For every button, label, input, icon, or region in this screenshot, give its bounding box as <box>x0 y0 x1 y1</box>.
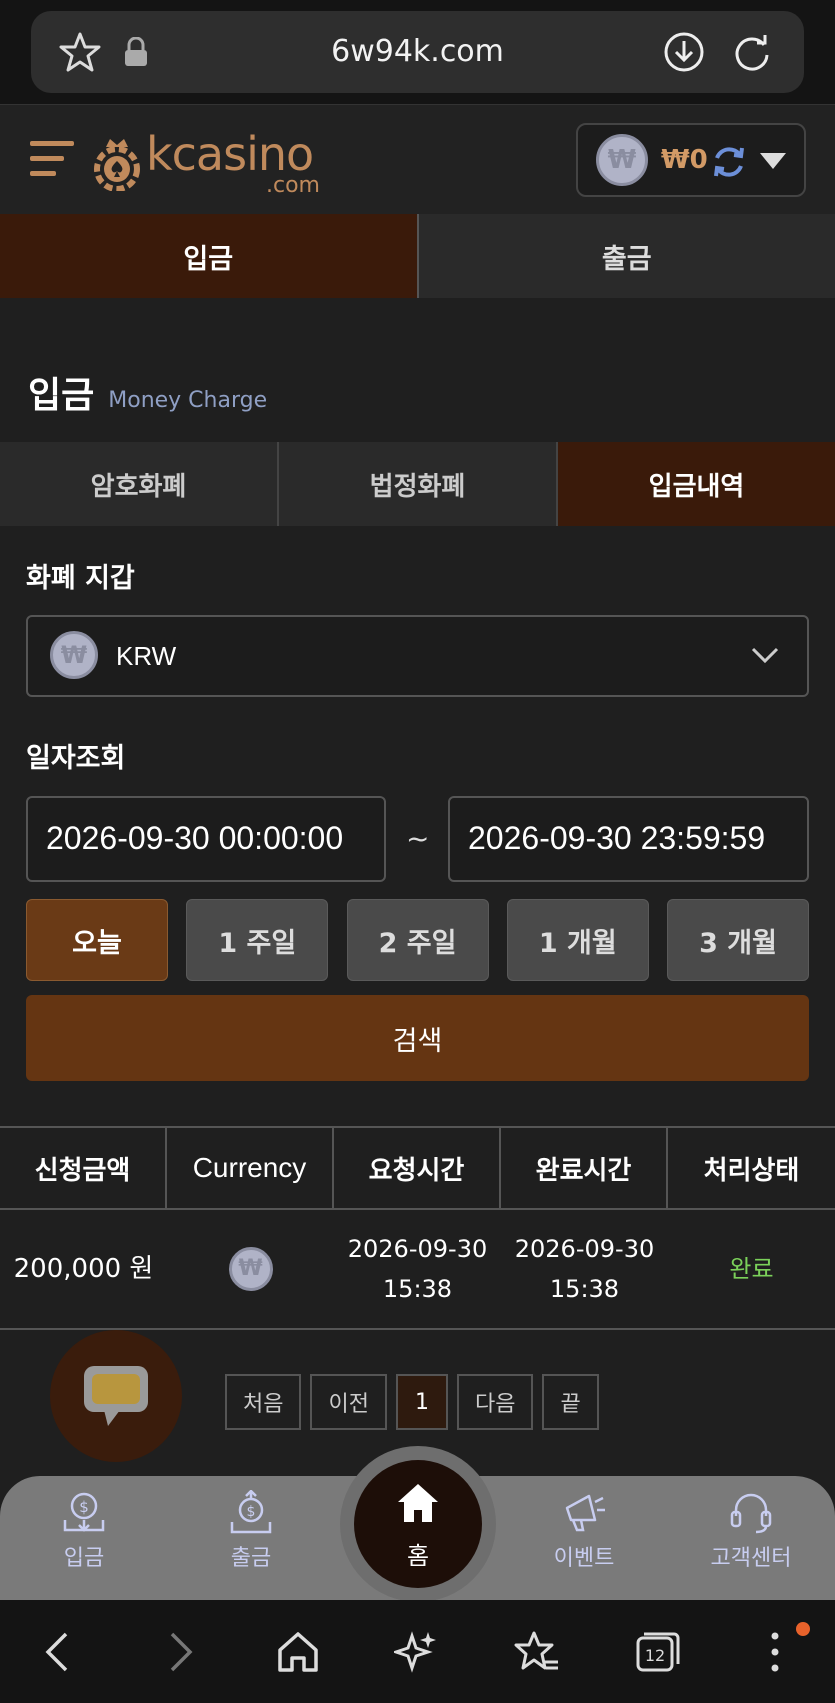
won-coin-icon: ₩ <box>50 631 98 679</box>
logo-sub: .com <box>266 173 320 198</box>
page-prev-button[interactable]: 이전 <box>310 1374 387 1430</box>
page-current-button[interactable]: 1 <box>395 1374 448 1430</box>
nav-event-label: 이벤트 <box>553 1546 615 1571</box>
table-header: 신청금액 Currency 요청시간 완료시간 처리상태 <box>0 1126 835 1210</box>
deposit-icon: $ <box>63 1492 105 1532</box>
tab-withdraw[interactable]: 출금 <box>419 214 835 298</box>
nav-deposit[interactable]: $ 입금 <box>24 1490 144 1572</box>
sub-tabs: 암호화폐 법정화폐 입금내역 <box>0 442 835 526</box>
nav-home-label: 홈 <box>406 1542 430 1570</box>
cell-currency: ₩ <box>167 1210 334 1328</box>
browser-top-bar: 6w94k.com <box>0 0 835 104</box>
refresh-balance-icon[interactable] <box>710 143 748 181</box>
date-separator: ~ <box>406 822 430 855</box>
nav-deposit-label: 입금 <box>63 1546 105 1571</box>
nav-support-label: 고객센터 <box>710 1546 792 1571</box>
wallet-amount: ₩0 <box>661 145 708 175</box>
site-logo[interactable]: kcasino .com <box>92 127 332 198</box>
notification-dot <box>796 1622 810 1636</box>
forward-icon[interactable] <box>162 1630 198 1674</box>
date-from-value: 2026-09-30 00:00:00 <box>46 820 344 856</box>
headset-icon <box>730 1493 772 1534</box>
wallet-select-value: KRW <box>116 641 177 671</box>
main-tabs: 입금 출금 <box>0 214 835 298</box>
period-3month-button[interactable]: 3 개월 <box>667 899 809 981</box>
url-bar[interactable]: 6w94k.com <box>31 11 804 93</box>
cell-amount: 200,000 원 <box>13 1254 154 1284</box>
won-coin-icon: ₩ <box>228 1247 273 1291</box>
cell-status: 완료 <box>729 1255 774 1283</box>
nav-home-button[interactable]: 홈 <box>354 1460 482 1588</box>
won-coin-icon: ₩ <box>596 134 648 186</box>
request-time: 15:38 <box>382 1275 453 1303</box>
withdraw-icon: $ <box>230 1490 272 1534</box>
section-title: 입금 Money Charge <box>28 366 267 418</box>
bookmarks-icon[interactable] <box>514 1630 560 1674</box>
page-subtitle: Money Charge <box>108 388 268 413</box>
page-first-button[interactable]: 처음 <box>225 1374 302 1430</box>
complete-time: 15:38 <box>549 1275 620 1303</box>
reload-icon[interactable] <box>731 31 773 73</box>
period-1month-button[interactable]: 1 개월 <box>506 899 649 981</box>
column-header: 신청금액 <box>0 1128 167 1208</box>
date-from-input[interactable]: 2026-09-30 00:00:00 <box>26 796 386 882</box>
menu-icon[interactable] <box>28 135 76 183</box>
cell-complete-time: 2026-09-30 15:38 <box>501 1210 668 1328</box>
deposit-history-table: 신청금액 Currency 요청시간 완료시간 처리상태 200,000 원 ₩… <box>0 1126 835 1330</box>
svg-text:$: $ <box>247 1504 256 1520</box>
megaphone-icon <box>565 1494 605 1532</box>
period-2week-button[interactable]: 2 주일 <box>346 899 489 981</box>
wallet-select-label: 화폐 지갑 <box>26 563 135 594</box>
more-icon[interactable] <box>768 1630 782 1674</box>
logo-chip-icon <box>94 139 140 191</box>
wallet-balance-box[interactable]: ₩ ₩0 <box>576 123 806 197</box>
back-icon[interactable] <box>40 1630 76 1674</box>
tab-count: 12 <box>645 1646 665 1665</box>
site-header: kcasino .com ₩ ₩0 <box>0 104 835 214</box>
date-to-value: 2026-09-30 23:59:59 <box>468 820 766 856</box>
tabs-icon[interactable]: 12 <box>634 1630 680 1674</box>
tab-fiat[interactable]: 법정화폐 <box>279 442 558 526</box>
page-last-button[interactable]: 끝 <box>542 1374 599 1430</box>
period-1week-button[interactable]: 1 주일 <box>186 899 329 981</box>
page-title: 입금 <box>28 375 95 416</box>
wallet-select[interactable]: ₩ KRW <box>26 615 809 697</box>
download-icon[interactable] <box>663 31 705 73</box>
nav-support[interactable]: 고객센터 <box>691 1490 811 1572</box>
pagination: 처음 이전 1 다음 끝 <box>225 1374 599 1430</box>
nav-withdraw-label: 출금 <box>230 1546 272 1571</box>
nav-withdraw[interactable]: $ 출금 <box>191 1490 311 1572</box>
page-next-button[interactable]: 다음 <box>456 1374 534 1430</box>
table-row: 200,000 원 ₩ 2026-09-30 15:38 2026-09-30 … <box>0 1210 835 1330</box>
period-buttons: 오늘 1 주일 2 주일 1 개월 3 개월 <box>26 899 809 981</box>
browser-bottom-bar: 12 <box>0 1600 835 1703</box>
request-date: 2026-09-30 <box>347 1235 488 1263</box>
svg-text:$: $ <box>79 1498 89 1516</box>
tab-crypto[interactable]: 암호화폐 <box>0 442 279 526</box>
column-header: 완료시간 <box>501 1128 668 1208</box>
column-header: 요청시간 <box>334 1128 501 1208</box>
chat-icon <box>84 1366 148 1426</box>
chevron-down-icon <box>751 647 779 664</box>
cell-request-time: 2026-09-30 15:38 <box>334 1210 501 1328</box>
search-button[interactable]: 검색 <box>26 995 809 1081</box>
home-browser-icon[interactable] <box>276 1630 320 1674</box>
date-filter-label: 일자조회 <box>26 743 126 774</box>
chat-button[interactable] <box>50 1330 182 1462</box>
sparkle-icon[interactable] <box>394 1630 438 1674</box>
tab-deposit-history[interactable]: 입금내역 <box>558 442 835 526</box>
period-today-button[interactable]: 오늘 <box>26 899 168 981</box>
date-to-input[interactable]: 2026-09-30 23:59:59 <box>448 796 809 882</box>
caret-down-icon[interactable] <box>758 151 788 171</box>
column-header: 처리상태 <box>703 1155 800 1186</box>
nav-event[interactable]: 이벤트 <box>524 1490 644 1572</box>
home-icon <box>398 1484 438 1522</box>
tab-deposit[interactable]: 입금 <box>0 214 419 298</box>
complete-date: 2026-09-30 <box>514 1235 655 1263</box>
column-header: Currency <box>167 1128 334 1208</box>
